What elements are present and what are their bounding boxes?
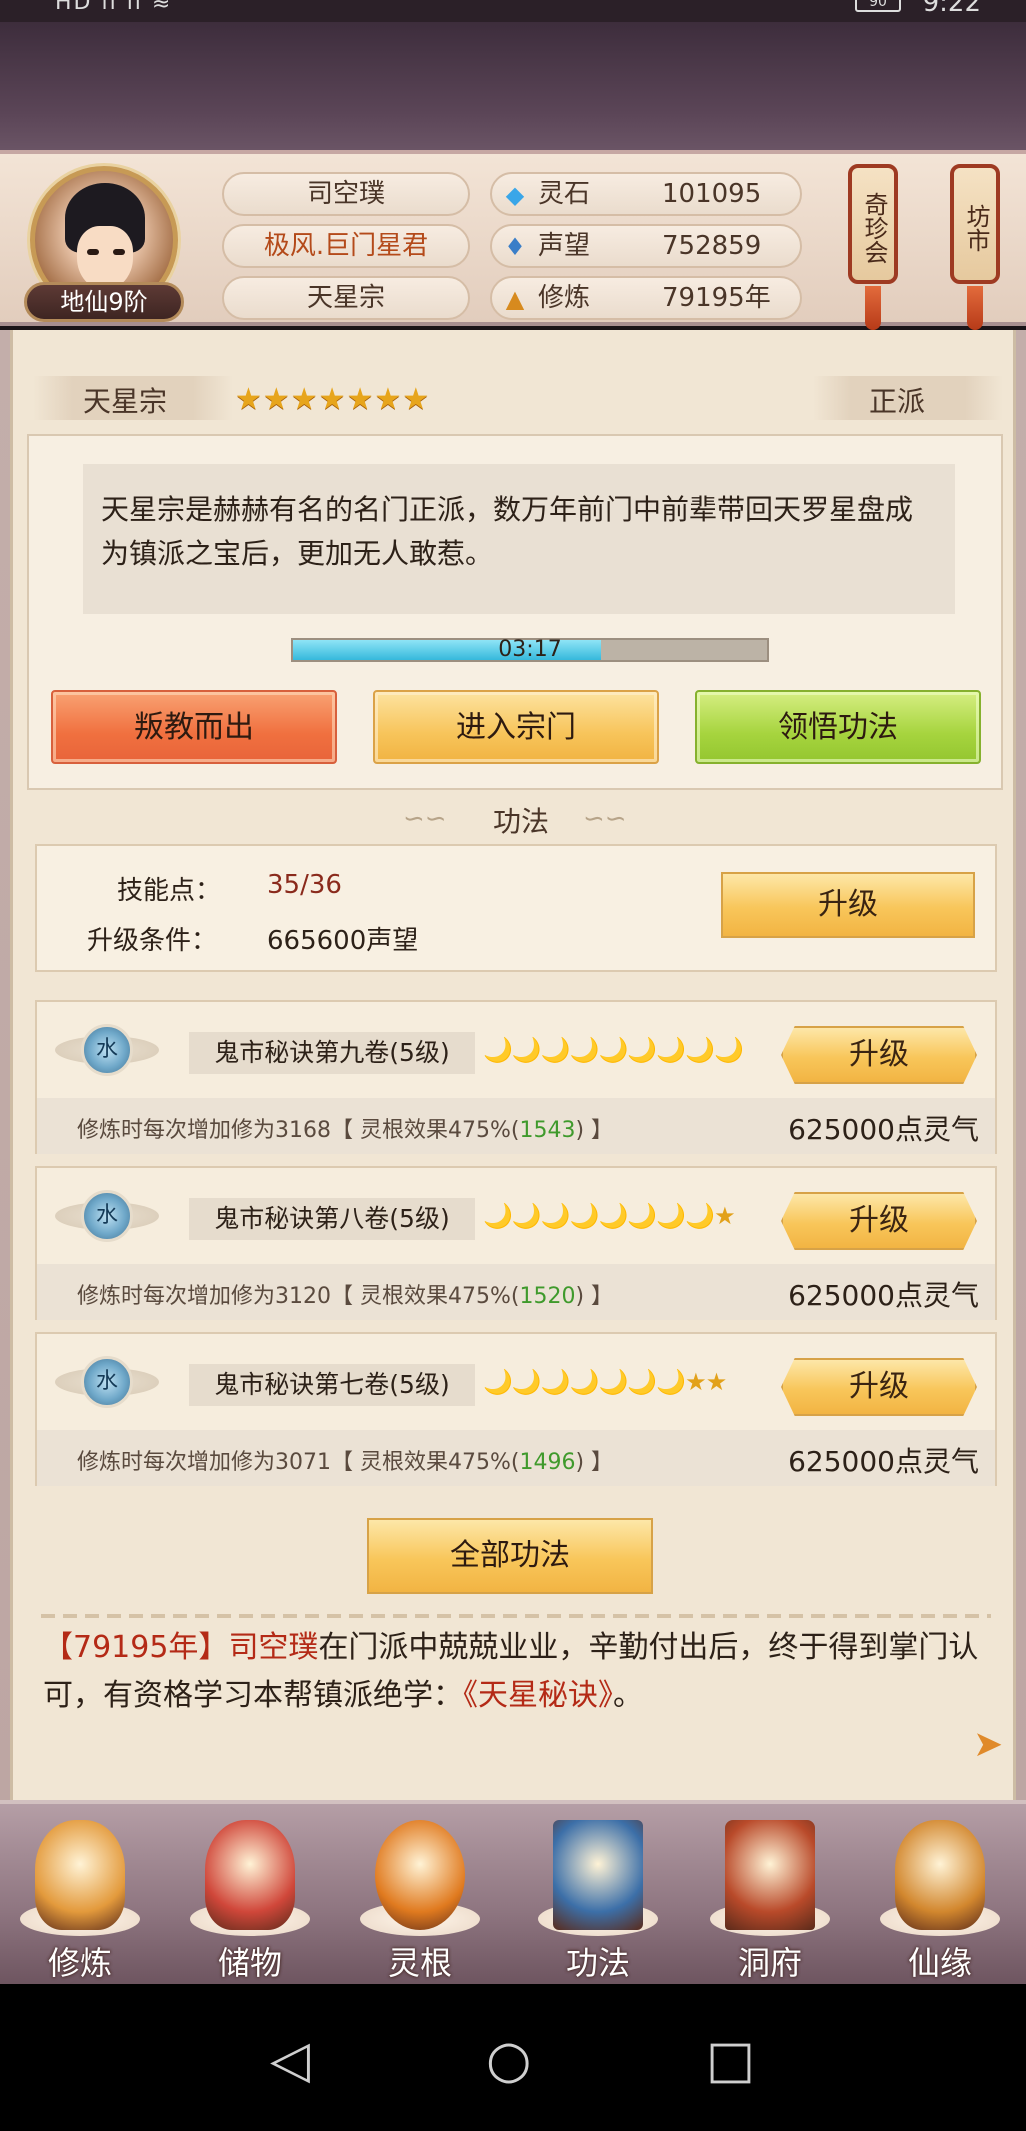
nav-fate[interactable]: 仙缘 bbox=[870, 1814, 1010, 1984]
bottom-nav: 修炼 储物 灵根 功法 洞府 仙缘 bbox=[0, 1800, 1026, 1984]
stat-cultivation: ▲ 修炼 79195年 bbox=[490, 276, 802, 320]
technique-name: 鬼市秘诀第八卷(5级) bbox=[189, 1198, 475, 1240]
cultivation-icon: ▲ bbox=[505, 285, 525, 313]
main-content: 天星宗 ★★★★★★★ 正派 天星宗是赫赫有名的名门正派，数万年前门中前辈带回天… bbox=[0, 330, 1026, 1800]
divider bbox=[41, 1614, 991, 1618]
nav-spirit-root[interactable]: 灵根 bbox=[350, 1814, 490, 1984]
skill-points-value: 35/36 bbox=[267, 870, 342, 900]
event-log: 【79195年】司空璞在门派中兢兢业业，辛勤付出后，终于得到掌门认可，有资格学习… bbox=[43, 1630, 979, 1713]
nav-storage[interactable]: 储物 bbox=[180, 1814, 320, 1984]
storage-bag-icon bbox=[205, 1820, 295, 1930]
status-bar: HD ıı ıı ≋ 90 9:22 bbox=[0, 0, 1026, 22]
water-element-icon: 水 bbox=[81, 1024, 133, 1076]
signal-indicators: HD ıı ıı ≋ bbox=[55, 0, 173, 15]
skill-upgrade-button[interactable]: 升级 bbox=[721, 872, 975, 938]
technique-row: 水 鬼市秘诀第七卷(5级) 🌙🌙🌙🌙🌙🌙🌙★★ 升级 修炼时每次增加修为3071… bbox=[35, 1332, 997, 1486]
timer-progress-bar: 03:17 bbox=[291, 638, 769, 662]
tassel-decoration bbox=[865, 286, 881, 330]
stat-reputation: ♦ 声望 752859 bbox=[490, 224, 802, 268]
nav-cultivate[interactable]: 修炼 bbox=[10, 1814, 150, 1984]
scroll-arrow-icon[interactable]: ➤ bbox=[973, 1724, 1003, 1765]
nav-technique[interactable]: 功法 bbox=[528, 1814, 668, 1984]
stat-spirit-stone: ◆ 灵石 101095 bbox=[490, 172, 802, 216]
technique-upgrade-button[interactable]: 升级 bbox=[781, 1358, 977, 1416]
technique-upgrade-button[interactable]: 升级 bbox=[781, 1026, 977, 1084]
event-player-name: 司空璞 bbox=[228, 1630, 319, 1665]
rank-badge: 地仙9阶 bbox=[24, 282, 184, 322]
technique-cost: 625000点灵气 bbox=[788, 1113, 979, 1146]
cloud-ornament-right: ∽∽ bbox=[583, 804, 627, 834]
enter-sect-button[interactable]: 进入宗门 bbox=[373, 690, 659, 764]
technique-row: 水 鬼市秘诀第八卷(5级) 🌙🌙🌙🌙🌙🌙🌙🌙★ 升级 修炼时每次增加修为3120… bbox=[35, 1166, 997, 1320]
spirit-root-icon bbox=[375, 1820, 465, 1930]
water-element-icon: 水 bbox=[81, 1190, 133, 1242]
system-navigation-bar: ◁ ○ □ bbox=[0, 1984, 1026, 2131]
learn-technique-button[interactable]: 领悟功法 bbox=[695, 690, 981, 764]
upgrade-condition-value: 665600声望 bbox=[267, 926, 419, 956]
all-techniques-button[interactable]: 全部功法 bbox=[367, 1518, 653, 1594]
tassel-decoration bbox=[967, 286, 983, 330]
technique-cost: 625000点灵气 bbox=[788, 1279, 979, 1312]
sect-panel: 天星宗 ★★★★★★★ 正派 天星宗是赫赫有名的名门正派，数万年前门中前辈带回天… bbox=[10, 330, 1016, 1800]
technique-section-title: 功法 bbox=[493, 805, 550, 838]
technique-cost: 625000点灵气 bbox=[788, 1445, 979, 1478]
cloud-ornament-left: ∽∽ bbox=[403, 804, 447, 834]
cultivate-icon bbox=[35, 1820, 125, 1930]
reputation-icon: ♦ bbox=[504, 233, 526, 261]
player-sect: 天星宗 bbox=[222, 276, 470, 320]
player-name: 司空璞 bbox=[222, 172, 470, 216]
technique-name: 鬼市秘诀第九卷(5级) bbox=[189, 1032, 475, 1074]
event-year: 【79195年】 bbox=[43, 1630, 229, 1665]
treasure-pavilion-button[interactable]: 奇珍会 bbox=[848, 164, 898, 284]
skill-points-box: 技能点： 35/36 升级条件： 665600声望 升级 bbox=[35, 844, 997, 972]
top-decoration bbox=[0, 22, 1026, 152]
recents-icon[interactable]: □ bbox=[706, 2030, 755, 2090]
fate-gourd-icon bbox=[895, 1820, 985, 1930]
technique-row: 水 鬼市秘诀第九卷(5级) 🌙🌙🌙🌙🌙🌙🌙🌙🌙 升级 修炼时每次增加修为3168… bbox=[35, 1000, 997, 1154]
technique-rating: 🌙🌙🌙🌙🌙🌙🌙🌙★ bbox=[483, 1202, 736, 1230]
leave-sect-button[interactable]: 叛教而出 bbox=[51, 690, 337, 764]
cave-residence-icon bbox=[725, 1820, 815, 1930]
technique-name: 鬼市秘诀第七卷(5级) bbox=[189, 1364, 475, 1406]
skill-points-label: 技能点： bbox=[117, 876, 222, 906]
technique-upgrade-button[interactable]: 升级 bbox=[781, 1192, 977, 1250]
sect-star-rating: ★★★★★★★ bbox=[235, 382, 431, 417]
clock: 9:22 bbox=[922, 0, 981, 18]
sect-name: 天星宗 bbox=[83, 385, 168, 418]
sect-alignment: 正派 bbox=[869, 385, 926, 418]
technique-book-icon bbox=[553, 1820, 643, 1930]
spirit-stone-icon: ◆ bbox=[505, 181, 525, 209]
nav-cave[interactable]: 洞府 bbox=[700, 1814, 840, 1984]
market-button[interactable]: 坊市 bbox=[950, 164, 1000, 284]
sect-description-box: 天星宗是赫赫有名的名门正派，数万年前门中前辈带回天罗星盘成为镇派之宝后，更加无人… bbox=[27, 434, 1003, 790]
technique-rating: 🌙🌙🌙🌙🌙🌙🌙🌙🌙 bbox=[483, 1036, 744, 1064]
timer-text: 03:17 bbox=[498, 637, 562, 662]
back-icon[interactable]: ◁ bbox=[270, 2030, 310, 2090]
technique-effect: 修炼时每次增加修为3168【 灵根效果475%(1543) 】 bbox=[77, 1118, 614, 1143]
technique-effect: 修炼时每次增加修为3120【 灵根效果475%(1520) 】 bbox=[77, 1284, 614, 1309]
sect-description: 天星宗是赫赫有名的名门正派，数万年前门中前辈带回天罗星盘成为镇派之宝后，更加无人… bbox=[83, 464, 955, 614]
event-skill-name: 《天星秘诀》 bbox=[463, 1678, 613, 1713]
upgrade-condition-label: 升级条件： bbox=[87, 926, 218, 956]
technique-effect: 修炼时每次增加修为3071【 灵根效果475%(1496) 】 bbox=[77, 1450, 614, 1475]
water-element-icon: 水 bbox=[81, 1356, 133, 1408]
player-title: 极风.巨门星君 bbox=[222, 224, 470, 268]
player-header: 地仙9阶 司空璞 极风.巨门星君 天星宗 ◆ 灵石 101095 ♦ 声望 75… bbox=[0, 150, 1026, 330]
battery-icon: 90 bbox=[855, 0, 901, 12]
technique-rating: 🌙🌙🌙🌙🌙🌙🌙★★ bbox=[483, 1368, 727, 1396]
home-icon[interactable]: ○ bbox=[486, 2030, 531, 2090]
